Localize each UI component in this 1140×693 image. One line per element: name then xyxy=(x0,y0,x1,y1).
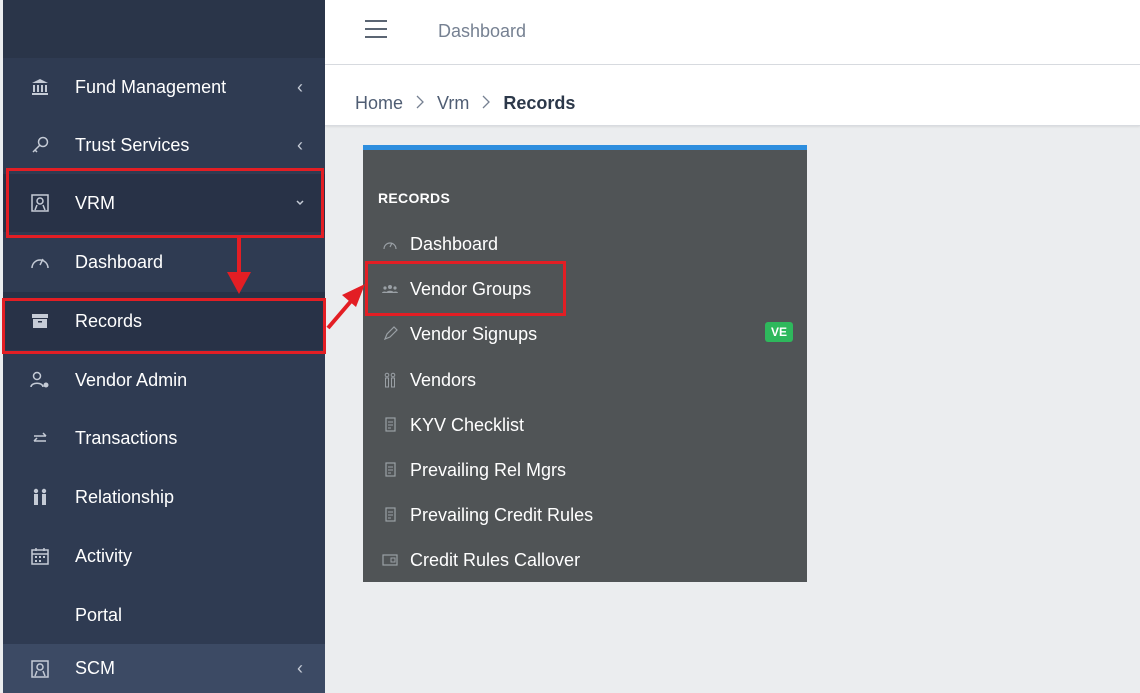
group-icon xyxy=(381,280,399,298)
breadcrumb: Home Vrm Records xyxy=(355,93,575,114)
records-item-label: Vendors xyxy=(410,369,477,390)
calendar-icon xyxy=(28,544,52,568)
sidebar-item-vrm[interactable]: VRM xyxy=(3,174,325,232)
records-item-credit-rules-callover[interactable]: Credit Rules Callover xyxy=(363,540,807,580)
chevron-left-icon: ‹ xyxy=(297,658,303,678)
document-icon xyxy=(381,461,399,479)
sidebar-item-label: VRM xyxy=(75,192,115,213)
records-item-label: Prevailing Rel Mgrs xyxy=(410,459,567,480)
sidebar-brand xyxy=(3,0,325,58)
key-icon xyxy=(28,133,52,157)
chevron-down-icon xyxy=(293,196,307,210)
vrm-icon xyxy=(28,191,52,215)
sidebar-item-relationship[interactable]: Relationship xyxy=(3,468,325,526)
sidebar-item-records[interactable]: Records xyxy=(3,292,325,350)
card-icon xyxy=(381,551,399,569)
sidebar-item-label: Transactions xyxy=(75,427,178,448)
sidebar-item-label: Portal xyxy=(75,604,123,625)
sidebar-item-label: Records xyxy=(75,310,143,331)
records-item-label: Prevailing Credit Rules xyxy=(410,504,594,525)
records-item-prevailing-rel-mgrs[interactable]: Prevailing Rel Mgrs xyxy=(363,450,807,490)
records-item-vendor-signups[interactable]: Vendor Signups VE xyxy=(363,314,807,354)
document-icon xyxy=(381,416,399,434)
document-icon xyxy=(381,506,399,524)
breadcrumb-vrm[interactable]: Vrm xyxy=(437,93,469,114)
records-item-dashboard[interactable]: Dashboard xyxy=(363,224,807,264)
chevron-right-icon xyxy=(415,93,425,114)
sidebar-item-label: Dashboard xyxy=(75,251,164,272)
people-icon xyxy=(28,485,52,509)
sidebar-item-label: Fund Management xyxy=(75,76,227,97)
records-item-vendor-groups[interactable]: Vendor Groups xyxy=(363,269,807,309)
sidebar-item-transactions[interactable]: Transactions xyxy=(3,409,325,467)
sidebar-item-label: Trust Services xyxy=(75,134,190,155)
records-item-prevailing-credit-rules[interactable]: Prevailing Credit Rules xyxy=(363,495,807,535)
breadcrumb-home[interactable]: Home xyxy=(355,93,403,114)
sidebar-item-label: Relationship xyxy=(75,486,175,507)
chevron-right-icon xyxy=(481,93,491,114)
records-item-vendors[interactable]: Vendors xyxy=(363,360,807,400)
arrow-diagonal xyxy=(326,298,354,330)
sidebar-item-portal[interactable]: Portal xyxy=(3,586,325,644)
breadcrumb-bar: Home Vrm Records xyxy=(325,65,1140,126)
records-item-kyv-checklist[interactable]: KYV Checklist xyxy=(363,405,807,445)
sidebar-item-vendor-admin[interactable]: Vendor Admin xyxy=(3,351,325,409)
records-item-label: KYV Checklist xyxy=(410,414,525,435)
status-badge: VE xyxy=(765,322,794,342)
header-nav-dashboard[interactable]: Dashboard xyxy=(438,21,526,42)
user-settings-icon xyxy=(28,368,52,392)
hamburger-menu-icon[interactable] xyxy=(365,20,387,38)
bank-icon xyxy=(28,75,52,99)
sidebar: Fund Management ‹ Trust Services ‹ VRM D… xyxy=(3,0,325,693)
records-item-label: Dashboard xyxy=(410,233,499,254)
scm-icon xyxy=(28,657,52,681)
chevron-left-icon: ‹ xyxy=(297,76,303,97)
archive-icon xyxy=(28,309,52,333)
sidebar-item-scm[interactable]: SCM ‹ xyxy=(3,644,325,693)
sidebar-item-trust-services[interactable]: Trust Services ‹ xyxy=(3,116,325,174)
speedometer-icon xyxy=(28,250,52,274)
chevron-left-icon: ‹ xyxy=(297,134,303,155)
records-item-label: Vendor Groups xyxy=(410,278,532,299)
breadcrumb-current: Records xyxy=(503,93,576,113)
sidebar-item-activity[interactable]: Activity xyxy=(3,527,325,585)
records-item-label: Credit Rules Callover xyxy=(410,549,581,570)
header: Dashboard xyxy=(325,0,1140,65)
pencil-icon xyxy=(381,325,399,343)
sidebar-item-label: Activity xyxy=(75,545,133,566)
speedometer-icon xyxy=(381,235,399,253)
sidebar-item-label: Vendor Admin xyxy=(75,369,188,390)
people-icon xyxy=(381,371,399,389)
arrow-diagonal-head xyxy=(342,284,365,307)
records-item-label: Vendor Signups xyxy=(410,323,538,344)
swap-icon xyxy=(28,426,52,450)
sidebar-item-dashboard[interactable]: Dashboard xyxy=(3,233,325,291)
sidebar-item-label: SCM xyxy=(75,658,115,678)
sidebar-item-fund-management[interactable]: Fund Management ‹ xyxy=(3,58,325,116)
records-menu: RECORDS Dashboard Vendor Groups Vendor S… xyxy=(363,145,807,582)
records-menu-heading: RECORDS xyxy=(378,190,451,206)
